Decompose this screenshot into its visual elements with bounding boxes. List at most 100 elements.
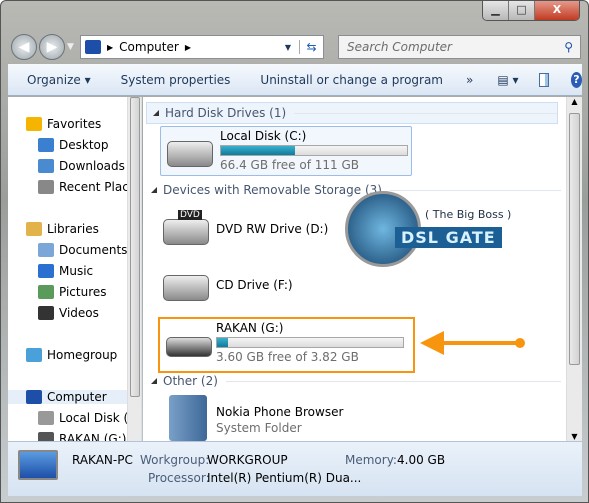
content-scrollbar[interactable]: ▲ ▼	[566, 97, 582, 441]
group-hard-disk-drives[interactable]: Hard Disk Drives (1)	[146, 102, 558, 124]
address-dropdown[interactable]: ▼	[285, 43, 291, 52]
star-icon	[26, 117, 42, 131]
nav-buttons: ◀ ▶ ▼	[11, 34, 74, 60]
window-controls: ▁ □ X	[482, 1, 580, 21]
nav-item-pictures[interactable]: Pictures	[38, 285, 107, 299]
nav-item-label: Desktop	[59, 138, 109, 152]
processor-value: Intel(R) Pentium(R) Dua...	[207, 471, 362, 485]
processor-label: Processor:	[148, 471, 210, 485]
videos-icon	[38, 306, 54, 320]
watermark-tagline: ( The Big Boss )	[425, 208, 512, 221]
address-bar[interactable]: ▶ Computer ▶ ▼ ⇆	[80, 35, 324, 59]
nav-item-label: Downloads	[59, 159, 125, 173]
back-button[interactable]: ◀	[11, 34, 37, 60]
explorer-window: ▁ □ X ◀ ▶ ▼ ▶ Computer ▶ ▼ ⇆ Search Comp…	[0, 0, 589, 503]
minimize-button[interactable]: ▁	[483, 1, 509, 20]
nav-item-label: RAKAN (G:)	[59, 432, 127, 441]
close-button[interactable]: X	[535, 1, 579, 20]
drive-c[interactable]: Local Disk (C:) 66.4 GB free of 111 GB	[160, 126, 412, 176]
navigation-pane: Favorites Desktop Downloads Recent Places Li…	[8, 97, 142, 441]
drive-g[interactable]: RAKAN (G:) 3.60 GB free of 3.82 GB	[158, 317, 415, 373]
view-options-icon[interactable]: ▤ ▾	[497, 73, 518, 87]
nav-item-videos[interactable]: Videos	[38, 306, 99, 320]
drive-name: CD Drive (F:)	[216, 278, 293, 292]
organize-button[interactable]: Organize ▾	[27, 73, 91, 87]
pictures-icon	[38, 285, 54, 299]
nav-item-libraries[interactable]: Libraries	[26, 222, 99, 236]
command-bar: Organize ▾ System properties Uninstall o…	[8, 64, 582, 96]
collapse-icon[interactable]	[151, 378, 157, 384]
drive-free-space: 3.60 GB free of 3.82 GB	[216, 350, 359, 364]
nokia-phone-browser[interactable]: Nokia Phone Browser System Folder	[157, 395, 409, 441]
content-scroll-thumb[interactable]	[569, 113, 580, 365]
nav-item-favorites[interactable]: Favorites	[26, 117, 101, 131]
maximize-button[interactable]: □	[509, 1, 535, 20]
homegroup-icon	[26, 348, 42, 362]
system-properties-button[interactable]: System properties	[121, 73, 231, 87]
nav-item-desktop[interactable]: Desktop	[38, 138, 109, 152]
forward-button[interactable]: ▶	[39, 34, 65, 60]
refresh-icon[interactable]: ⇆	[299, 40, 323, 54]
more-commands-button[interactable]: »	[466, 73, 473, 87]
breadcrumb-computer[interactable]: Computer	[119, 40, 179, 54]
arrow-annotation	[420, 331, 526, 355]
nav-item-label: Computer	[47, 390, 107, 404]
drive-name: RAKAN (G:)	[216, 321, 284, 335]
scroll-down-arrow[interactable]: ▼	[567, 432, 582, 441]
recent-places-icon	[38, 180, 54, 194]
libraries-icon	[26, 222, 42, 236]
drive-name: Local Disk (C:)	[220, 129, 307, 143]
search-icon[interactable]: ⚲	[564, 40, 573, 54]
nav-item-rakan-g[interactable]: RAKAN (G:)	[38, 432, 126, 441]
collapse-icon[interactable]	[153, 110, 159, 116]
nav-item-label: Homegroup	[47, 348, 118, 362]
breadcrumb-separator: ▶	[107, 42, 114, 52]
memory-label: Memory:	[345, 453, 397, 467]
workgroup-label: Workgroup:	[140, 453, 210, 467]
nav-item-computer[interactable]: Computer	[8, 390, 127, 404]
breadcrumb-chevron[interactable]: ▶	[185, 43, 191, 52]
music-icon	[38, 264, 54, 278]
nav-item-label: Music	[59, 264, 94, 278]
pc-name: RAKAN-PC	[72, 453, 133, 467]
details-pane: RAKAN-PC Workgroup: WORKGROUP Memory: 4.…	[8, 441, 582, 496]
nav-item-music[interactable]: Music	[38, 264, 93, 278]
pc-icon	[18, 450, 58, 480]
cd-drive-icon	[163, 275, 209, 301]
nav-scroll-thumb[interactable]	[130, 97, 140, 397]
dvd-badge: DVD	[178, 210, 202, 220]
help-icon[interactable]: ?	[570, 71, 582, 88]
recent-pages-dropdown[interactable]: ▼	[67, 34, 74, 60]
nav-item-label: Favorites	[47, 117, 102, 131]
content-pane: Hard Disk Drives (1) Local Disk (C:) 66.…	[143, 97, 566, 441]
preview-pane-icon[interactable]	[538, 72, 549, 87]
drive-c-usage-bar	[220, 145, 408, 156]
scroll-up-arrow[interactable]: ▲	[567, 97, 582, 106]
windows-drive-icon	[167, 141, 213, 167]
nav-item-documents[interactable]: Documents	[38, 243, 127, 257]
watermark-logo: ( The Big Boss ) DSL GATE	[345, 191, 515, 271]
drive-name: DVD RW Drive (D:)	[216, 222, 329, 236]
computer-icon	[26, 390, 42, 404]
search-placeholder: Search Computer	[347, 40, 452, 54]
drive-icon	[38, 411, 54, 425]
downloads-icon	[38, 159, 54, 173]
memory-value: 4.00 GB	[397, 453, 446, 467]
workgroup-value: WORKGROUP	[207, 453, 288, 467]
watermark-brand: DSL GATE	[395, 227, 502, 248]
uninstall-button[interactable]: Uninstall or change a program	[260, 73, 443, 87]
group-other[interactable]: Other (2)	[151, 374, 561, 388]
dvd-drive-icon: DVD	[163, 210, 209, 245]
computer-icon	[85, 40, 101, 54]
usb-drive-icon	[38, 432, 54, 441]
nav-scrollbar[interactable]	[127, 97, 141, 441]
search-input[interactable]: Search Computer ⚲	[338, 35, 581, 59]
system-folder-icon	[169, 395, 207, 441]
nav-item-homegroup[interactable]: Homegroup	[26, 348, 117, 362]
desktop-icon	[38, 138, 54, 152]
documents-icon	[38, 243, 54, 257]
group-title: Other (2)	[163, 374, 218, 388]
nav-item-label: Videos	[59, 306, 99, 320]
nav-item-downloads[interactable]: Downloads	[38, 159, 125, 173]
collapse-icon[interactable]	[151, 187, 157, 193]
